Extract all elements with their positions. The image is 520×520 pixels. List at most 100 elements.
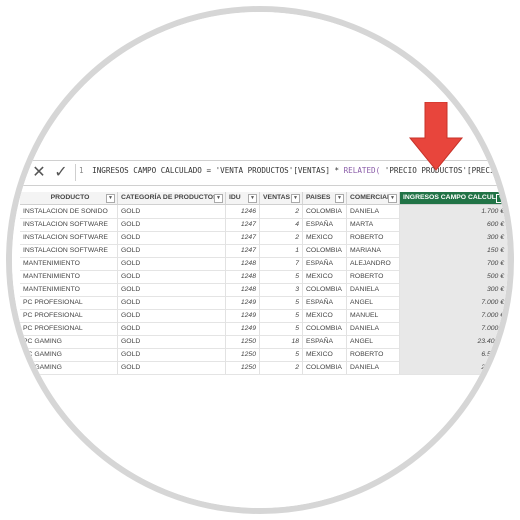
cell-comercial[interactable]: ROBERTO: [347, 231, 400, 244]
cell-idu[interactable]: 1248: [226, 270, 260, 283]
cell-paises[interactable]: ESPAÑA: [303, 257, 347, 270]
cell-ingresos[interactable]: 600 €: [400, 218, 508, 231]
cell-categoria[interactable]: GOLD: [118, 270, 226, 283]
cell-categoria[interactable]: GOLD: [118, 296, 226, 309]
check-icon[interactable]: ✓: [52, 163, 70, 181]
cell-paises[interactable]: MEXICO: [303, 348, 347, 361]
cell-ingresos[interactable]: 7.000 €: [400, 309, 508, 322]
cell-comercial[interactable]: ALEJANDRO: [347, 257, 400, 270]
chevron-down-icon[interactable]: ▼: [106, 194, 115, 203]
chevron-down-icon[interactable]: ▼: [214, 194, 223, 203]
cell-producto[interactable]: PC PROFESIONAL: [20, 309, 118, 322]
close-icon[interactable]: ✕: [30, 163, 48, 181]
cell-paises[interactable]: COLOMBIA: [303, 361, 347, 374]
table-row[interactable]: PC GAMING GOLD 1250 5 MEXICO ROBERTO 6.500 €: [20, 348, 508, 362]
table-row[interactable]: PC PROFESIONAL GOLD 1249 5 MEXICO MANUEL 7.000…: [20, 309, 508, 323]
chevron-down-icon[interactable]: ▼: [335, 194, 344, 203]
cell-ingresos[interactable]: 1.700 €: [400, 205, 508, 218]
cell-idu[interactable]: 1249: [226, 309, 260, 322]
cell-idu[interactable]: 1250: [226, 361, 260, 374]
cell-ingresos[interactable]: 500 €: [400, 270, 508, 283]
cell-producto[interactable]: PC PROFESIONAL: [20, 296, 118, 309]
cell-producto[interactable]: PC GAMING: [20, 361, 118, 374]
cell-ventas[interactable]: 5: [260, 322, 303, 335]
cell-producto[interactable]: INSTALACION SOFTWARE: [20, 218, 118, 231]
cell-paises[interactable]: COLOMBIA: [303, 283, 347, 296]
cell-idu[interactable]: 1250: [226, 348, 260, 361]
column-header-idu[interactable]: IDU ▼: [226, 192, 260, 204]
table-row[interactable]: MANTENIMIENTO GOLD 1248 7 ESPAÑA ALEJANDRO 700…: [20, 257, 508, 271]
cell-paises[interactable]: COLOMBIA: [303, 205, 347, 218]
cell-ventas[interactable]: 5: [260, 270, 303, 283]
cell-ingresos[interactable]: 300 €: [400, 283, 508, 296]
cell-categoria[interactable]: GOLD: [118, 283, 226, 296]
cell-ventas[interactable]: 5: [260, 348, 303, 361]
cell-ventas[interactable]: 4: [260, 218, 303, 231]
cell-ventas[interactable]: 2: [260, 205, 303, 218]
cell-categoria[interactable]: GOLD: [118, 257, 226, 270]
cell-ingresos[interactable]: 23.400 €: [400, 335, 508, 348]
cell-comercial[interactable]: DANIELA: [347, 322, 400, 335]
cell-producto[interactable]: PC GAMING: [20, 348, 118, 361]
table-row[interactable]: PC GAMING GOLD 1250 18 ESPAÑA ANGEL 23.400 €: [20, 335, 508, 349]
cell-categoria[interactable]: GOLD: [118, 322, 226, 335]
table-row[interactable]: INSTALACION SOFTWARE GOLD 1247 1 COLOMBIA MAR…: [20, 244, 508, 258]
cell-paises[interactable]: MEXICO: [303, 231, 347, 244]
cell-comercial[interactable]: DANIELA: [347, 205, 400, 218]
cell-categoria[interactable]: GOLD: [118, 335, 226, 348]
cell-comercial[interactable]: ANGEL: [347, 296, 400, 309]
cell-ingresos[interactable]: 300 €: [400, 231, 508, 244]
cell-ventas[interactable]: 3: [260, 283, 303, 296]
cell-ingresos[interactable]: 700 €: [400, 257, 508, 270]
table-row[interactable]: MANTENIMIENTO GOLD 1248 5 MEXICO ROBERTO 500 €: [20, 270, 508, 284]
cell-producto[interactable]: MANTENIMIENTO: [20, 257, 118, 270]
cell-comercial[interactable]: MARIANA: [347, 244, 400, 257]
cell-categoria[interactable]: GOLD: [118, 309, 226, 322]
cell-categoria[interactable]: GOLD: [118, 348, 226, 361]
cell-categoria[interactable]: GOLD: [118, 244, 226, 257]
cell-idu[interactable]: 1248: [226, 257, 260, 270]
cell-ingresos[interactable]: 6.500 €: [400, 348, 508, 361]
column-header-producto[interactable]: PRODUCTO ▼: [20, 192, 118, 204]
cell-ventas[interactable]: 5: [260, 296, 303, 309]
cell-comercial[interactable]: ROBERTO: [347, 270, 400, 283]
cell-paises[interactable]: COLOMBIA: [303, 322, 347, 335]
cell-ventas[interactable]: 2: [260, 361, 303, 374]
cell-producto[interactable]: INSTALACION SOFTWARE: [20, 231, 118, 244]
cell-ventas[interactable]: 1: [260, 244, 303, 257]
cell-ventas[interactable]: 5: [260, 309, 303, 322]
table-row[interactable]: MANTENIMIENTO GOLD 1248 3 COLOMBIA DANIELA 300…: [20, 283, 508, 297]
cell-ingresos[interactable]: 2.600 €: [400, 361, 508, 374]
cell-ventas[interactable]: 18: [260, 335, 303, 348]
cell-ingresos[interactable]: 150 €: [400, 244, 508, 257]
cell-idu[interactable]: 1247: [226, 218, 260, 231]
column-header-ventas[interactable]: VENTAS ▼: [260, 192, 303, 204]
table-row[interactable]: PC PROFESIONAL GOLD 1249 5 COLOMBIA DANIELA 7.…: [20, 322, 508, 336]
cell-producto[interactable]: PC GAMING: [20, 335, 118, 348]
cell-idu[interactable]: 1248: [226, 283, 260, 296]
cell-producto[interactable]: MANTENIMIENTO: [20, 270, 118, 283]
chevron-down-icon[interactable]: ▼: [388, 194, 397, 203]
column-header-categoria[interactable]: CATEGORÍA DE PRODUCTOS ▼: [118, 192, 226, 204]
cell-ingresos[interactable]: 7.000 €: [400, 296, 508, 309]
chevron-down-icon[interactable]: ▼: [496, 194, 505, 203]
cell-paises[interactable]: MEXICO: [303, 309, 347, 322]
table-row[interactable]: INSTALACION SOFTWARE GOLD 1247 4 ESPAÑA MARTA…: [20, 218, 508, 232]
column-header-comercial[interactable]: COMERCIAL ▼: [347, 192, 400, 204]
table-row[interactable]: PC GAMING GOLD 1250 2 COLOMBIA DANIELA 2.600 €: [20, 361, 508, 375]
cell-idu[interactable]: 1247: [226, 231, 260, 244]
cell-paises[interactable]: MEXICO: [303, 270, 347, 283]
cell-paises[interactable]: ESPAÑA: [303, 335, 347, 348]
cell-paises[interactable]: ESPAÑA: [303, 296, 347, 309]
cell-producto[interactable]: MANTENIMIENTO: [20, 283, 118, 296]
cell-comercial[interactable]: MARTA: [347, 218, 400, 231]
cell-idu[interactable]: 1247: [226, 244, 260, 257]
column-header-ingresos[interactable]: INGRESOS CAMPO CALCULADO ▼: [400, 192, 508, 204]
table-row[interactable]: PC PROFESIONAL GOLD 1249 5 ESPAÑA ANGEL 7.000 …: [20, 296, 508, 310]
chevron-down-icon[interactable]: ▼: [248, 194, 257, 203]
table-row[interactable]: INSTALACION DE SONIDO GOLD 1246 2 COLOMBIA DA…: [20, 205, 508, 219]
cell-categoria[interactable]: GOLD: [118, 231, 226, 244]
cell-paises[interactable]: ESPAÑA: [303, 218, 347, 231]
cell-producto[interactable]: PC PROFESIONAL: [20, 322, 118, 335]
cell-ventas[interactable]: 2: [260, 231, 303, 244]
